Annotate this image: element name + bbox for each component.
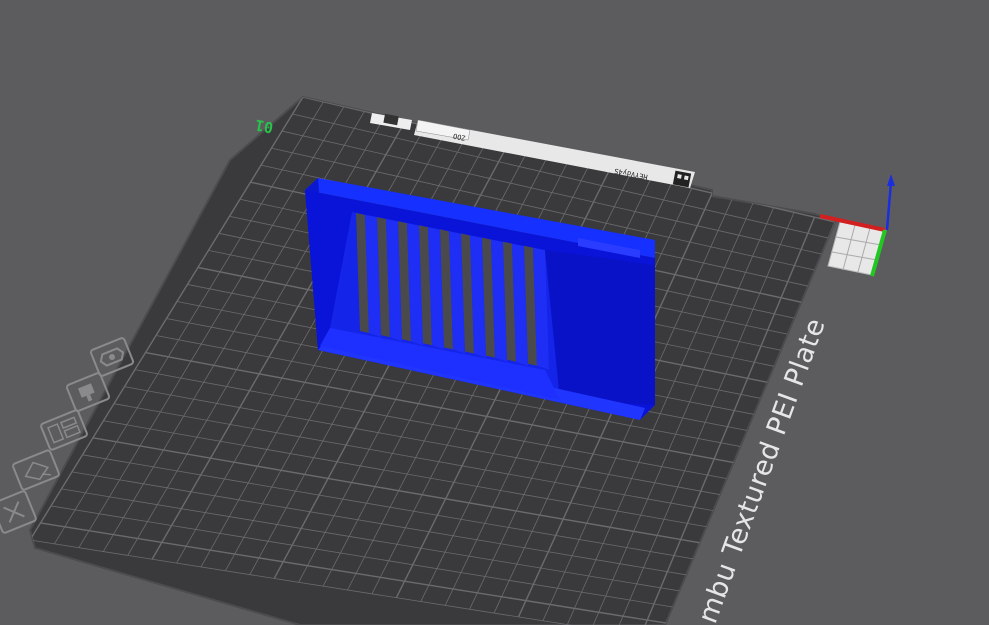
3d-viewport[interactable]: ZOO HEYVdy4S 01 mbu Textured PEI Plate xyxy=(0,0,989,625)
plate-number: 01 xyxy=(254,116,275,137)
model-right-block xyxy=(545,250,655,405)
z-axis-arrow-icon xyxy=(887,174,895,186)
z-axis-line xyxy=(885,181,893,231)
auto-arrange-icon[interactable] xyxy=(12,449,60,491)
qr-icon xyxy=(672,170,692,188)
